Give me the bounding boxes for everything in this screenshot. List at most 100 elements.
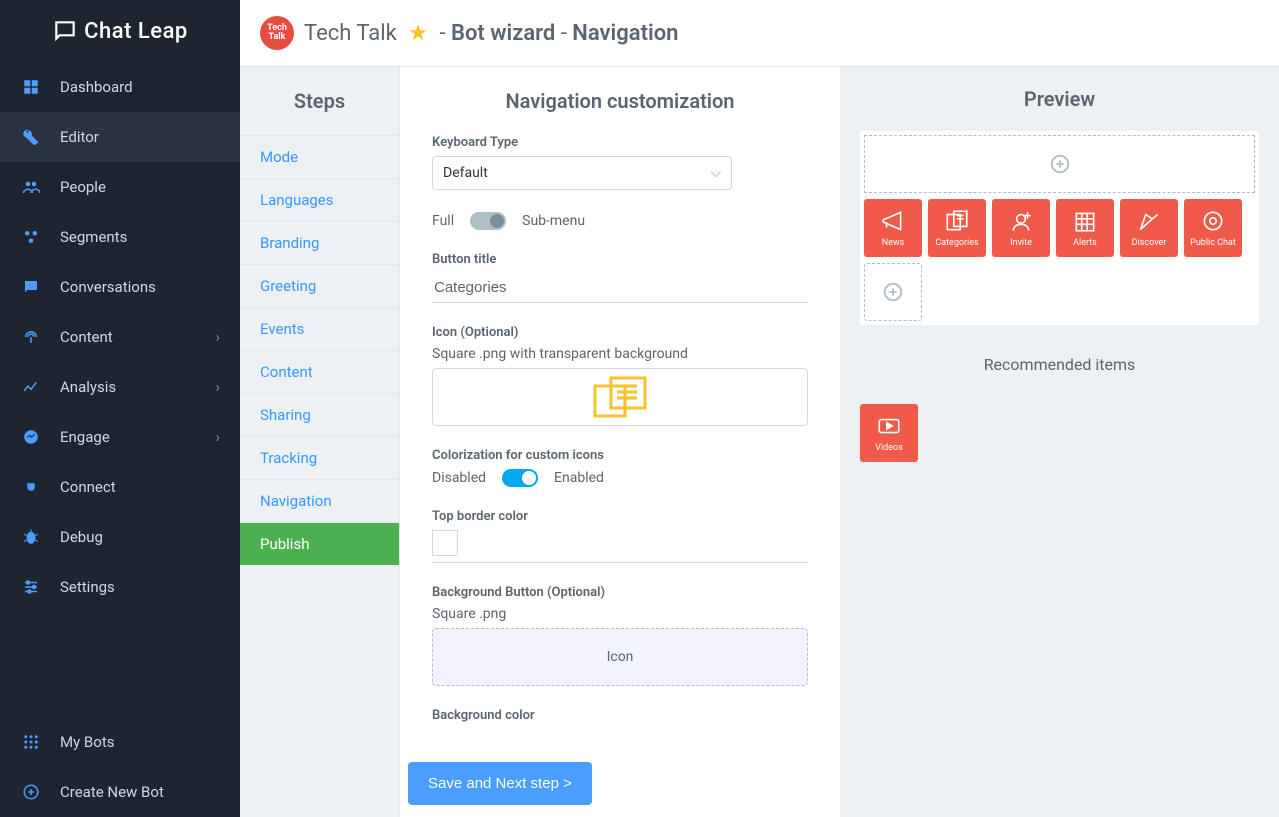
sidebar-item-label: Segments: [60, 228, 127, 246]
sidebar-item-connect[interactable]: Connect: [0, 462, 240, 512]
broadcast-icon: [20, 326, 42, 348]
preview-tile-invite[interactable]: Invite: [992, 199, 1050, 257]
sidebar-item-createbot[interactable]: Create New Bot: [0, 767, 240, 817]
icon-label: Icon (Optional): [432, 325, 808, 340]
sidebar-item-content[interactable]: Content ›: [0, 312, 240, 362]
step-languages[interactable]: Languages: [240, 178, 399, 221]
icon-upload[interactable]: [432, 368, 808, 426]
analysis-icon: [20, 376, 42, 398]
tile-label: Invite: [1010, 238, 1032, 248]
top-border-color-swatch[interactable]: [432, 530, 458, 556]
preview-add-top[interactable]: [864, 135, 1255, 193]
keyboard-type-select[interactable]: Default ⌵: [432, 156, 732, 190]
preview-add-tile[interactable]: [864, 263, 922, 321]
bg-color-label: Background color: [432, 708, 808, 723]
grid-icon: [20, 731, 42, 753]
sidebar-item-label: Connect: [60, 478, 116, 496]
bg-button-hint: Square .png: [432, 606, 808, 622]
plug-icon: [20, 476, 42, 498]
save-next-button[interactable]: Save and Next step >: [408, 762, 592, 805]
header: Tech Talk Tech Talk ★ - Bot wizard - Nav…: [240, 0, 1279, 67]
sidebar-item-label: People: [60, 178, 106, 196]
sidebar-item-label: Analysis: [60, 378, 116, 396]
people-icon: [20, 176, 42, 198]
chevron-right-icon: ›: [215, 378, 220, 396]
preview-tile-discover[interactable]: Discover: [1120, 199, 1178, 257]
button-title-label: Button title: [432, 252, 808, 267]
sidebar-item-settings[interactable]: Settings: [0, 562, 240, 612]
sidebar-item-engage[interactable]: Engage ›: [0, 412, 240, 462]
preview-tile-news[interactable]: News: [864, 199, 922, 257]
tile-label: News: [882, 238, 905, 248]
tile-label: Categories: [935, 238, 978, 248]
sidebar-item-people[interactable]: People: [0, 162, 240, 212]
tile-icon: [1008, 208, 1034, 234]
segments-icon: [20, 226, 42, 248]
logo: Chat Leap: [0, 0, 240, 62]
sidebar-item-debug[interactable]: Debug: [0, 512, 240, 562]
step-sharing[interactable]: Sharing: [240, 393, 399, 436]
sidebar-item-editor[interactable]: Editor: [0, 112, 240, 162]
step-tracking[interactable]: Tracking: [240, 436, 399, 479]
sidebar-item-label: Editor: [60, 128, 99, 146]
sidebar-item-mybots[interactable]: My Bots: [0, 717, 240, 767]
preview-tile-alerts[interactable]: Alerts: [1056, 199, 1114, 257]
preview-title: Preview: [860, 87, 1259, 111]
button-title-input[interactable]: [432, 273, 808, 303]
tile-label: Alerts: [1073, 238, 1097, 248]
chevron-right-icon: ›: [215, 428, 220, 446]
rec-tile-videos[interactable]: Videos: [860, 404, 918, 462]
breadcrumb-sep: -: [439, 21, 451, 46]
categories-icon: [593, 376, 647, 418]
step-mode[interactable]: Mode: [240, 135, 399, 178]
star-icon[interactable]: ★: [408, 21, 428, 46]
step-navigation[interactable]: Navigation: [240, 479, 399, 522]
sidebar-item-label: My Bots: [60, 733, 114, 751]
sidebar-item-analysis[interactable]: Analysis ›: [0, 362, 240, 412]
sidebar-item-dashboard[interactable]: Dashboard: [0, 62, 240, 112]
toggle-label-disabled: Disabled: [432, 470, 486, 486]
bg-button-label: Background Button (Optional): [432, 585, 808, 600]
breadcrumb-sep: -: [561, 21, 573, 46]
sidebar-item-label: Engage: [60, 428, 110, 446]
steps-title: Steps: [240, 67, 399, 135]
plus-circle-icon: [20, 781, 42, 803]
tile-label: Public Chat: [1190, 238, 1236, 248]
step-content[interactable]: Content: [240, 350, 399, 393]
preview-tile-categories[interactable]: Categories: [928, 199, 986, 257]
top-border-label: Top border color: [432, 509, 808, 524]
step-branding[interactable]: Branding: [240, 221, 399, 264]
preview-column: Preview News Categories Invite Alerts Discov…: [840, 67, 1279, 817]
messenger-icon: [20, 426, 42, 448]
sliders-icon: [20, 576, 42, 598]
breadcrumb-bot-name: Tech Talk: [304, 21, 397, 46]
form-title: Navigation customization: [400, 67, 840, 135]
upload-placeholder: Icon: [607, 649, 634, 665]
bug-icon: [20, 526, 42, 548]
form-column: Navigation customization Keyboard Type D…: [400, 67, 840, 817]
recommended-title: Recommended items: [860, 355, 1259, 374]
colorize-toggle[interactable]: [502, 469, 538, 487]
sidebar-item-label: Debug: [60, 528, 103, 546]
colorize-label: Colorization for custom icons: [432, 448, 808, 463]
select-value: Default: [443, 165, 488, 181]
tile-label: Discover: [1132, 238, 1167, 248]
tile-label: Videos: [875, 443, 903, 453]
step-greeting[interactable]: Greeting: [240, 264, 399, 307]
step-publish[interactable]: Publish: [240, 522, 399, 565]
sidebar-item-conversations[interactable]: Conversations: [0, 262, 240, 312]
bg-button-upload[interactable]: Icon: [432, 628, 808, 686]
sidebar-item-segments[interactable]: Segments: [0, 212, 240, 262]
plus-circle-icon: [1049, 153, 1071, 175]
sidebar-item-label: Conversations: [60, 278, 156, 296]
full-submenu-toggle[interactable]: [470, 212, 506, 230]
breadcrumb-section: Bot wizard: [451, 21, 555, 46]
tile-icon: [876, 413, 902, 439]
step-events[interactable]: Events: [240, 307, 399, 350]
breadcrumb: Tech Talk ★ - Bot wizard - Navigation: [304, 21, 678, 46]
plus-circle-icon: [882, 281, 904, 303]
dashboard-icon: [20, 76, 42, 98]
sidebar: Chat Leap Dashboard Editor People Segmen…: [0, 0, 240, 817]
preview-tile-public-chat[interactable]: Public Chat: [1184, 199, 1242, 257]
tile-icon: [1136, 208, 1162, 234]
